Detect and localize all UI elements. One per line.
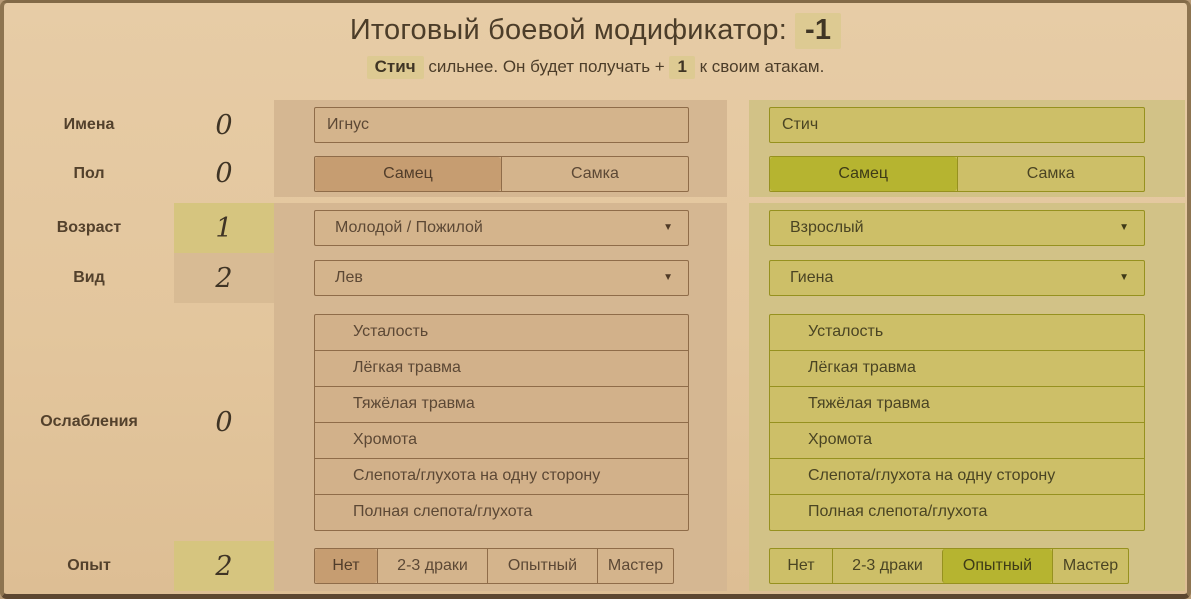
chevron-down-icon: ▼ bbox=[1119, 222, 1129, 233]
category-score-species: 2 bbox=[174, 253, 274, 303]
left-panel-cell: Усталость Лёгкая травма Тяжёлая травма Х… bbox=[274, 303, 727, 541]
right-experience-few-fights-button[interactable]: 2-3 драки bbox=[832, 549, 942, 583]
category-score-experience: 2 bbox=[174, 541, 274, 591]
column-gap bbox=[727, 150, 749, 197]
category-label-age: Возраст bbox=[56, 219, 122, 236]
right-weakness-light-injury[interactable]: Лёгкая травма bbox=[769, 349, 1145, 387]
left-experience-master-button[interactable]: Мастер bbox=[597, 549, 673, 583]
left-panel-cell bbox=[274, 100, 727, 150]
column-gap bbox=[727, 100, 749, 150]
category-label-experience: Опыт bbox=[67, 557, 111, 574]
chevron-down-icon: ▼ bbox=[663, 222, 673, 233]
left-weakness-lameness[interactable]: Хромота bbox=[314, 421, 689, 459]
category-label-names: Имена bbox=[63, 116, 115, 133]
right-weakness-lameness[interactable]: Хромота bbox=[769, 421, 1145, 459]
left-experience-group: Нет 2-3 драки Опытный Мастер bbox=[314, 548, 674, 584]
category-label-species: Вид bbox=[73, 269, 105, 286]
chevron-down-icon: ▼ bbox=[1119, 272, 1129, 283]
left-experience-few-fights-button[interactable]: 2-3 драки bbox=[377, 549, 487, 583]
right-experience-group: Нет 2-3 драки Опытный Мастер bbox=[769, 548, 1129, 584]
left-weakness-one-side-blindness[interactable]: Слепота/глухота на одну сторону bbox=[314, 457, 689, 495]
left-experience-experienced-button[interactable]: Опытный bbox=[487, 549, 597, 583]
left-gender-toggle: Самец Самка bbox=[314, 155, 689, 192]
right-gender-male-button[interactable]: Самец bbox=[770, 156, 957, 191]
column-gap bbox=[727, 253, 749, 303]
right-panel-cell: Гиена ▼ bbox=[749, 253, 1185, 303]
right-experience-none-button[interactable]: Нет bbox=[770, 549, 832, 583]
left-gender-female-button[interactable]: Самка bbox=[501, 156, 688, 191]
right-weakness-one-side-blindness[interactable]: Слепота/глухота на одну сторону bbox=[769, 457, 1145, 495]
right-weakness-full-blindness[interactable]: Полная слепота/глухота bbox=[769, 493, 1145, 531]
left-species-select[interactable]: Лев ▼ bbox=[314, 260, 689, 296]
right-gender-female-button[interactable]: Самка bbox=[956, 156, 1145, 191]
result-summary: Стич сильнее. Он будет получать + 1 к св… bbox=[4, 56, 1187, 79]
right-experience-experienced-button[interactable]: Опытный bbox=[942, 549, 1052, 583]
left-weakness-heavy-injury[interactable]: Тяжёлая травма bbox=[314, 385, 689, 423]
category-score-weaknesses: 0 bbox=[215, 406, 233, 438]
page-title: Итоговый боевой модификатор: -1 bbox=[4, 3, 1187, 49]
right-species-value: Гиена bbox=[790, 269, 834, 286]
summary-text-tail: к своим атакам. bbox=[694, 57, 825, 76]
right-name-input[interactable] bbox=[769, 107, 1145, 143]
right-panel-cell: Взрослый ▼ bbox=[749, 203, 1185, 253]
category-score-gender: 0 bbox=[215, 158, 233, 189]
right-weakness-heavy-injury[interactable]: Тяжёлая травма bbox=[769, 385, 1145, 423]
left-name-input[interactable] bbox=[314, 107, 689, 143]
row-experience: Опыт 2 Нет 2-3 драки Опытный Мастер Нет … bbox=[4, 541, 1187, 591]
right-weakness-fatigue[interactable]: Усталость bbox=[769, 313, 1145, 351]
right-gender-toggle: Самец Самка bbox=[769, 155, 1145, 192]
winner-name-badge: Стич bbox=[366, 56, 424, 79]
chevron-down-icon: ▼ bbox=[663, 272, 673, 283]
left-gender-male-button[interactable]: Самец bbox=[315, 156, 501, 191]
right-panel-cell: Самец Самка bbox=[749, 150, 1185, 197]
left-panel-cell: Лев ▼ bbox=[274, 253, 727, 303]
left-weakness-list: Усталость Лёгкая травма Тяжёлая травма Х… bbox=[314, 313, 689, 531]
left-weakness-light-injury[interactable]: Лёгкая травма bbox=[314, 349, 689, 387]
right-species-select[interactable]: Гиена ▼ bbox=[769, 260, 1145, 296]
bonus-value-badge: 1 bbox=[669, 56, 695, 79]
right-experience-master-button[interactable]: Мастер bbox=[1052, 549, 1128, 583]
title-text: Итоговый боевой модификатор: bbox=[349, 14, 787, 46]
header: Итоговый боевой модификатор: -1 Стич силь… bbox=[4, 3, 1187, 100]
right-age-select[interactable]: Взрослый ▼ bbox=[769, 210, 1145, 246]
category-score-age: 1 bbox=[174, 203, 274, 253]
summary-text-mid: сильнее. Он будет получать + bbox=[423, 57, 670, 76]
category-score-names: 0 bbox=[215, 109, 233, 141]
right-age-value: Взрослый bbox=[790, 219, 864, 236]
left-experience-none-button[interactable]: Нет bbox=[315, 549, 377, 583]
column-gap bbox=[727, 303, 749, 541]
row-names: Имена 0 bbox=[4, 100, 1187, 150]
category-label-gender: Пол bbox=[73, 164, 105, 182]
left-panel-cell: Нет 2-3 драки Опытный Мастер bbox=[274, 541, 727, 591]
left-weakness-fatigue[interactable]: Усталость bbox=[314, 313, 689, 351]
left-panel-cell: Самец Самка bbox=[274, 150, 727, 197]
left-age-value: Молодой / Пожилой bbox=[335, 219, 483, 236]
left-age-select[interactable]: Молодой / Пожилой ▼ bbox=[314, 210, 689, 246]
row-age: Возраст 1 Молодой / Пожилой ▼ Взрослый ▼ bbox=[4, 203, 1187, 253]
left-panel-cell: Молодой / Пожилой ▼ bbox=[274, 203, 727, 253]
right-weakness-list: Усталость Лёгкая травма Тяжёлая травма Х… bbox=[769, 313, 1145, 531]
row-weaknesses: Ослабления 0 Усталость Лёгкая травма Тяж… bbox=[4, 303, 1187, 541]
left-species-value: Лев bbox=[335, 269, 363, 286]
total-modifier-badge: -1 bbox=[794, 13, 842, 49]
combat-modifier-calculator: Итоговый боевой модификатор: -1 Стич силь… bbox=[0, 0, 1191, 599]
right-panel-cell bbox=[749, 100, 1185, 150]
row-species: Вид 2 Лев ▼ Гиена ▼ bbox=[4, 253, 1187, 303]
column-gap bbox=[727, 541, 749, 591]
left-weakness-full-blindness[interactable]: Полная слепота/глухота bbox=[314, 493, 689, 531]
right-panel-cell: Нет 2-3 драки Опытный Мастер bbox=[749, 541, 1185, 591]
row-gender: Пол 0 Самец Самка Самец Самка bbox=[4, 150, 1187, 197]
category-label-weaknesses: Ослабления bbox=[40, 413, 138, 430]
column-gap bbox=[727, 203, 749, 253]
right-panel-cell: Усталость Лёгкая травма Тяжёлая травма Х… bbox=[749, 303, 1185, 541]
